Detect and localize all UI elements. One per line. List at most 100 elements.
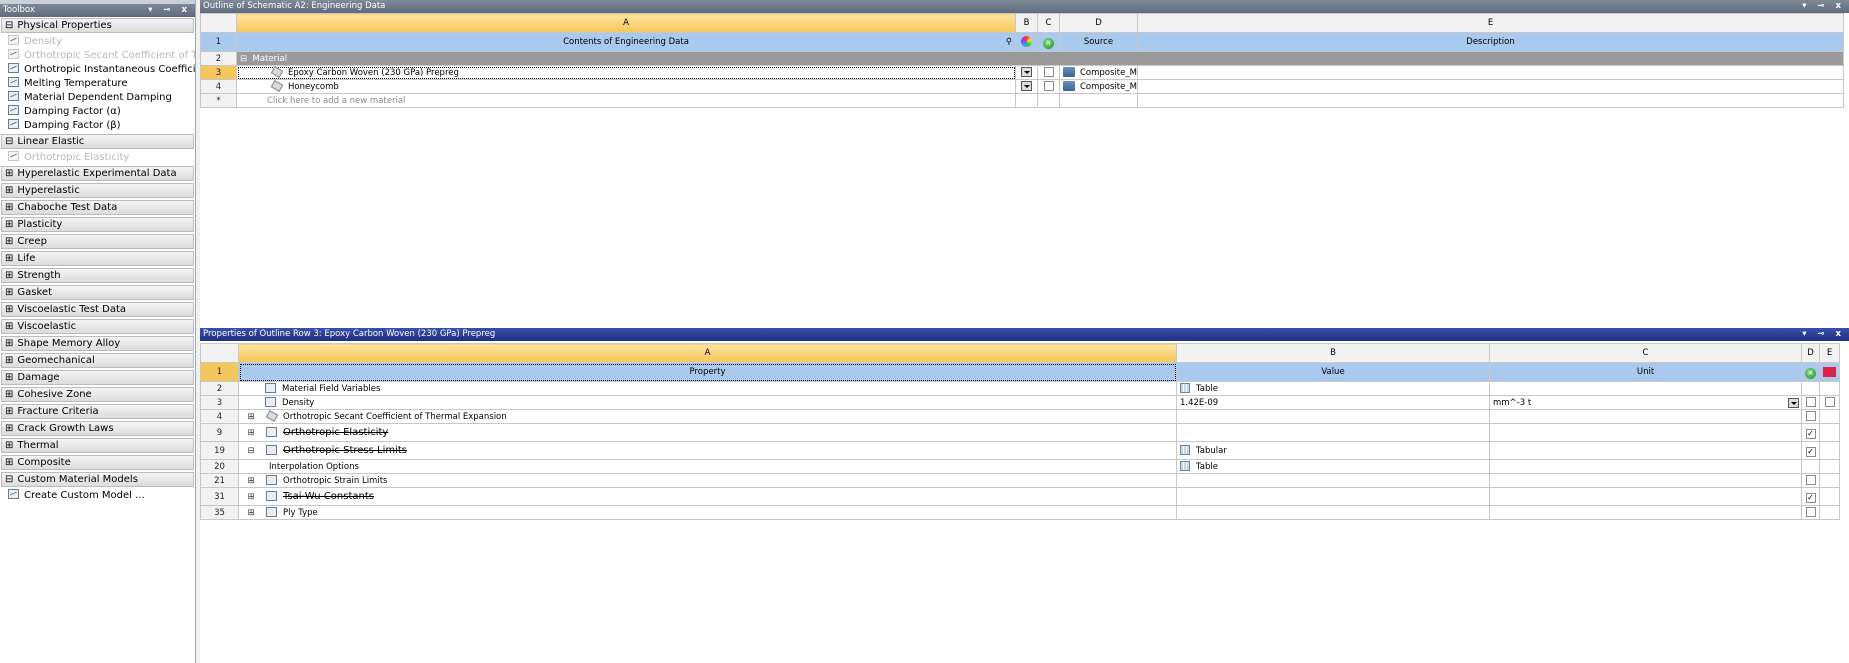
- table-row[interactable]: 3 Epoxy Carbon Woven (230 GPa) Prepreg C…: [200, 65, 1844, 80]
- column-d-header[interactable]: D: [1059, 13, 1138, 33]
- suppress-checkbox[interactable]: [1043, 67, 1054, 77]
- category-composite[interactable]: ⊞ Composite: [1, 455, 194, 470]
- category-fracture-criteria[interactable]: ⊞ Fracture Criteria: [1, 404, 194, 419]
- table-row[interactable]: 2 Material Field Variables Table: [200, 381, 1840, 396]
- table-row[interactable]: 31 ⊞ Tsai-Wu Constants ✓: [200, 487, 1840, 506]
- category-viscoelastic[interactable]: ⊞ Viscoelastic: [1, 319, 194, 334]
- property-name-cell[interactable]: Density: [238, 395, 1177, 410]
- filter-icon[interactable]: ⚲: [1006, 37, 1012, 47]
- category-gasket[interactable]: ⊞ Gasket: [1, 285, 194, 300]
- suppress-cell[interactable]: [1801, 473, 1820, 488]
- toolbox-item-orthotropic-instantaneous[interactable]: Orthotropic Instantaneous Coefficie: [0, 63, 195, 77]
- expand-icon[interactable]: ⊞: [5, 406, 13, 417]
- suppress-cell[interactable]: [1801, 409, 1820, 424]
- expand-icon[interactable]: ⊞: [5, 389, 13, 400]
- toolbox-item-material-dependent-damping[interactable]: Material Dependent Damping: [0, 91, 195, 105]
- category-chaboche[interactable]: ⊞ Chaboche Test Data: [1, 200, 194, 215]
- column-c-header[interactable]: C: [1489, 343, 1802, 363]
- description-cell[interactable]: [1137, 79, 1844, 94]
- toolbox-item-orthotropic-secant[interactable]: Orthotropic Secant Coefficient of Th: [0, 49, 195, 63]
- column-a-header[interactable]: A: [238, 343, 1177, 363]
- expand-icon[interactable]: ⊞: [5, 440, 13, 451]
- table-row[interactable]: 20 Interpolation Options Table: [200, 459, 1840, 474]
- table-row[interactable]: 3 Density 1.42E-09 mm^-3 t: [200, 395, 1840, 410]
- collapse-icon[interactable]: ⊟: [240, 54, 247, 64]
- expand-icon[interactable]: ⊞: [5, 321, 13, 332]
- category-creep[interactable]: ⊞ Creep: [1, 234, 194, 249]
- column-e-header[interactable]: E: [1137, 13, 1844, 33]
- property-name-cell[interactable]: ⊞ Orthotropic Strain Limits: [238, 473, 1177, 488]
- properties-window-controls[interactable]: ▾ ⊸ x: [1802, 328, 1845, 341]
- collapse-icon[interactable]: ⊟: [242, 446, 260, 456]
- category-hyperelastic[interactable]: ⊞ Hyperelastic: [1, 183, 194, 198]
- category-thermal[interactable]: ⊞ Thermal: [1, 438, 194, 453]
- category-shape-memory[interactable]: ⊞ Shape Memory Alloy: [1, 336, 194, 351]
- suppress-cell[interactable]: ✓: [1801, 441, 1820, 460]
- expand-icon[interactable]: ⊞: [5, 304, 13, 315]
- column-b-header[interactable]: B: [1015, 13, 1038, 33]
- suppress-cell[interactable]: [1801, 505, 1820, 520]
- section-cell[interactable]: ⊟ Material: [236, 51, 1844, 66]
- category-damage[interactable]: ⊞ Damage: [1, 370, 194, 385]
- category-life[interactable]: ⊞ Life: [1, 251, 194, 266]
- property-name-cell[interactable]: Interpolation Options: [238, 459, 1177, 474]
- description-cell[interactable]: [1137, 65, 1844, 80]
- expand-icon[interactable]: ⊞: [5, 355, 13, 366]
- expand-icon[interactable]: ⊞: [5, 168, 13, 179]
- property-name-cell[interactable]: ⊞ Orthotropic Secant Coefficient of Therm…: [238, 409, 1177, 424]
- category-hyperelastic-experimental[interactable]: ⊞ Hyperelastic Experimental Data: [1, 166, 194, 181]
- suppress-cell[interactable]: ✓: [1801, 423, 1820, 442]
- expand-icon[interactable]: ⊞: [5, 185, 13, 196]
- material-dropdown-cell[interactable]: [1015, 79, 1038, 94]
- suppress-cell[interactable]: ✓: [1801, 487, 1820, 506]
- add-material-row[interactable]: * Click here to add a new material: [200, 93, 1844, 108]
- suppress-checkbox[interactable]: [1043, 81, 1054, 91]
- expand-icon[interactable]: ⊞: [5, 338, 13, 349]
- property-name-cell[interactable]: ⊟ Orthotropic Stress Limits: [238, 441, 1177, 460]
- expand-icon[interactable]: ⊞: [242, 508, 260, 518]
- property-name-cell[interactable]: ⊞ Orthotropic Elasticity: [238, 423, 1177, 442]
- dropdown-arrow-icon[interactable]: [1788, 398, 1799, 408]
- column-a-header[interactable]: A: [236, 13, 1016, 33]
- suppress-cell[interactable]: [1037, 65, 1060, 80]
- collapse-icon[interactable]: ⊟: [5, 136, 13, 147]
- value-cell[interactable]: Table: [1176, 459, 1490, 474]
- expand-icon[interactable]: ⊞: [5, 287, 13, 298]
- toolbox-item-orthotropic-elasticity[interactable]: Orthotropic Elasticity: [0, 151, 195, 165]
- property-name-cell[interactable]: Material Field Variables: [238, 381, 1177, 396]
- property-name-cell[interactable]: ⊞ Ply Type: [238, 505, 1177, 520]
- unit-cell[interactable]: mm^-3 t: [1489, 395, 1802, 410]
- category-cohesive-zone[interactable]: ⊞ Cohesive Zone: [1, 387, 194, 402]
- toolbox-item-melting-temperature[interactable]: Melting Temperature: [0, 77, 195, 91]
- category-viscoelastic-test[interactable]: ⊞ Viscoelastic Test Data: [1, 302, 194, 317]
- table-row[interactable]: 19 ⊟ Orthotropic Stress Limits Tabular ✓: [200, 441, 1840, 460]
- suppress-cell[interactable]: [1801, 395, 1820, 410]
- dropdown-arrow-icon[interactable]: [1021, 67, 1032, 77]
- toolbox-item-damping-alpha[interactable]: Damping Factor (α): [0, 105, 195, 119]
- dropdown-arrow-icon[interactable]: [1021, 81, 1032, 91]
- property-name-cell[interactable]: ⊞ Tsai-Wu Constants: [238, 487, 1177, 506]
- table-row[interactable]: 21 ⊞ Orthotropic Strain Limits: [200, 473, 1840, 488]
- suppress-checkbox[interactable]: ✓: [1805, 492, 1816, 503]
- expand-icon[interactable]: ⊞: [5, 457, 13, 468]
- category-crack-growth[interactable]: ⊞ Crack Growth Laws: [1, 421, 194, 436]
- suppress-checkbox[interactable]: ✓: [1805, 446, 1816, 457]
- add-material-cell[interactable]: Click here to add a new material: [236, 93, 1016, 108]
- expand-icon[interactable]: ⊞: [5, 202, 13, 213]
- collapse-icon[interactable]: ⊟: [5, 20, 13, 31]
- toolbox-item-create-custom-model[interactable]: Create Custom Model ...: [0, 489, 195, 503]
- expand-icon[interactable]: ⊞: [5, 253, 13, 264]
- category-plasticity[interactable]: ⊞ Plasticity: [1, 217, 194, 232]
- toolbox-item-damping-beta[interactable]: Damping Factor (β): [0, 119, 195, 133]
- toolbox-item-density[interactable]: Density: [0, 35, 195, 49]
- outline-window-controls[interactable]: ▾ ⊸ x: [1802, 0, 1845, 13]
- suppress-checkbox[interactable]: ✓: [1805, 428, 1816, 439]
- table-row[interactable]: 35 ⊞ Ply Type: [200, 505, 1840, 520]
- value-cell[interactable]: Tabular: [1176, 441, 1490, 460]
- expand-icon[interactable]: ⊞: [5, 372, 13, 383]
- category-geomechanical[interactable]: ⊞ Geomechanical: [1, 353, 194, 368]
- category-linear-elastic[interactable]: ⊟ Linear Elastic: [1, 134, 194, 149]
- material-dropdown-cell[interactable]: [1015, 65, 1038, 80]
- expand-icon[interactable]: ⊞: [5, 219, 13, 230]
- column-d-header[interactable]: D: [1801, 343, 1820, 363]
